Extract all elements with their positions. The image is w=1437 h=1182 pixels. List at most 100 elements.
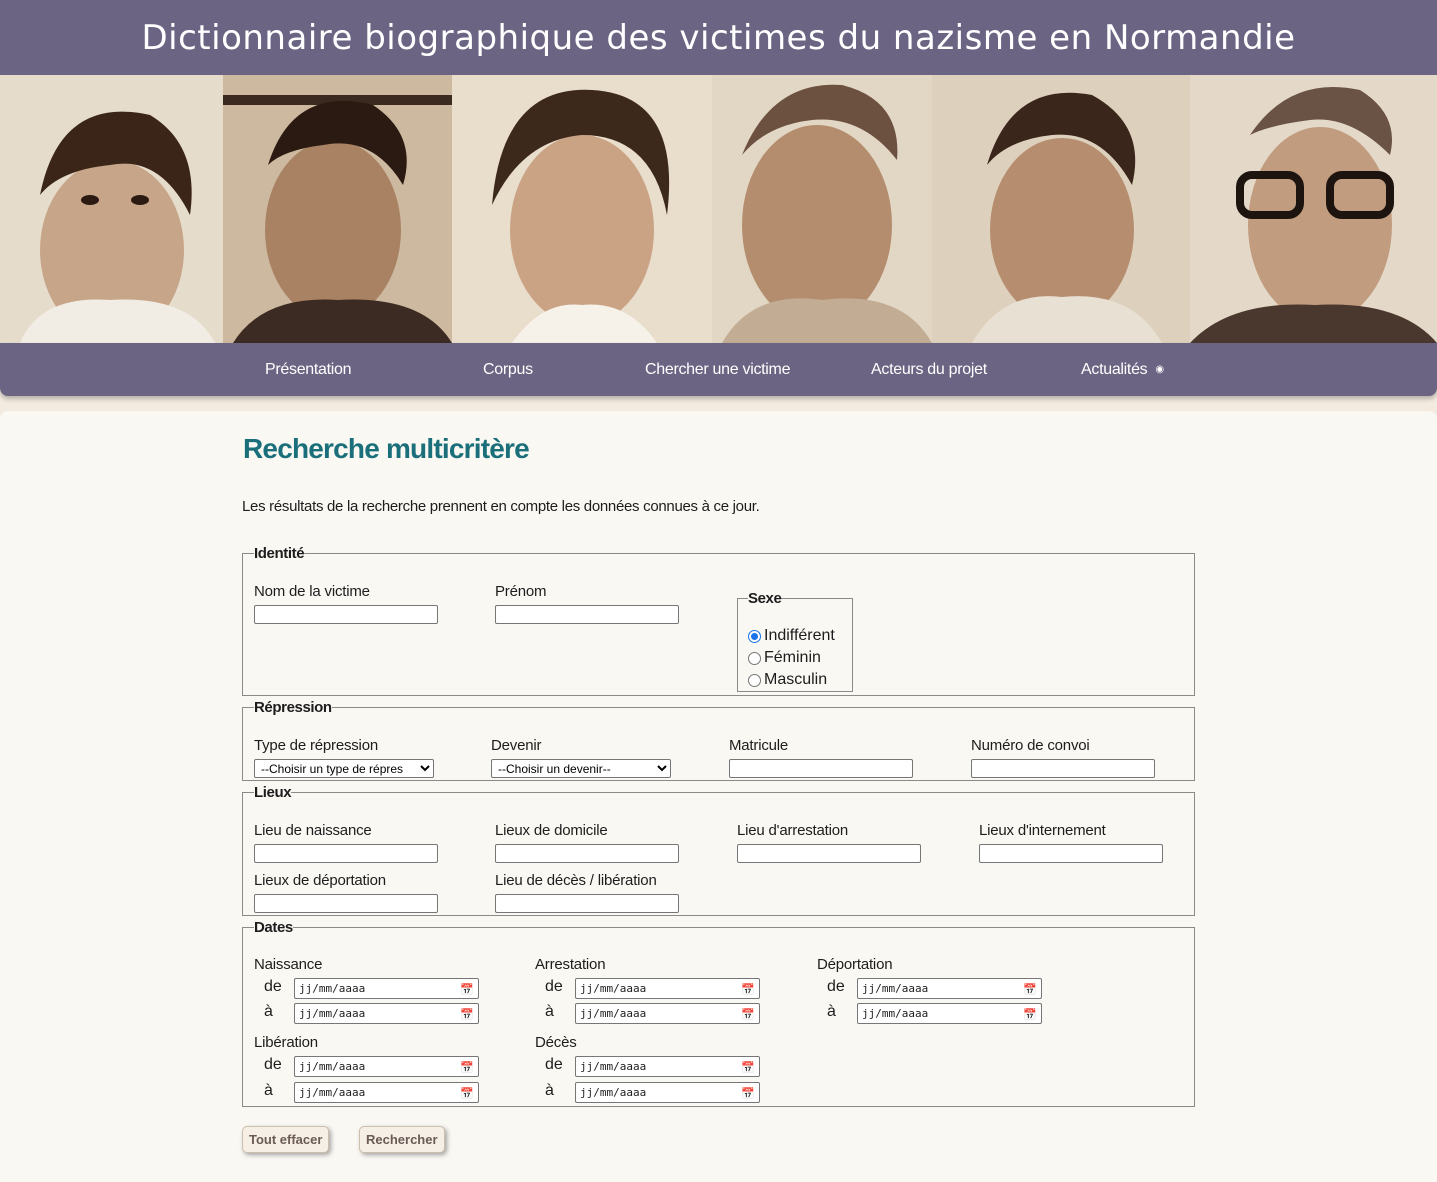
date-placeholder: jj/mm/aaaa [299, 1060, 366, 1073]
sexe-option-indifferent[interactable]: Indifférent [748, 627, 835, 645]
date-placeholder: jj/mm/aaaa [299, 982, 366, 995]
clear-button[interactable]: Tout effacer [242, 1126, 330, 1153]
prenom-input[interactable] [495, 605, 679, 624]
calendar-icon[interactable]: 📅 [460, 1058, 474, 1077]
date-placeholder: jj/mm/aaaa [580, 1007, 647, 1020]
identite-legend: Identité [254, 545, 305, 562]
prenom-label: Prénom [495, 583, 547, 600]
sexe-option-label: Masculin [764, 671, 828, 688]
site-title: Dictionnaire biographique des victimes d… [141, 17, 1296, 58]
portrait-photo [1190, 75, 1437, 343]
liberation-label: Libération [254, 1034, 318, 1051]
type-repression-label: Type de répression [254, 737, 378, 754]
sexe-option-label: Féminin [764, 649, 821, 666]
nav-actualites[interactable]: Actualités ◉ [1081, 343, 1164, 396]
lieux-internement-label: Lieux d'internement [979, 822, 1106, 839]
lieux-domicile-label: Lieux de domicile [495, 822, 608, 839]
repression-legend: Répression [254, 699, 332, 716]
lieux-fieldset: Lieux Lieu de naissance Lieux de domicil… [242, 784, 1195, 916]
deportation-to-date[interactable]: jj/mm/aaaa 📅 [857, 1003, 1042, 1024]
nom-input[interactable] [254, 605, 438, 624]
lieux-deportation-input[interactable] [254, 894, 438, 913]
portrait-photo [0, 75, 223, 343]
liberation-from-date[interactable]: jj/mm/aaaa 📅 [294, 1056, 479, 1077]
page-intro: Les résultats de la recherche prennent e… [242, 498, 760, 515]
sexe-option-feminin[interactable]: Féminin [748, 649, 821, 667]
sexe-option-label: Indifférent [764, 627, 835, 644]
to-label: à [545, 1003, 554, 1020]
identite-fieldset: Identité Nom de la victime Prénom Sexe I… [242, 545, 1195, 696]
date-placeholder: jj/mm/aaaa [580, 1086, 647, 1099]
date-placeholder: jj/mm/aaaa [862, 982, 929, 995]
calendar-icon[interactable]: 📅 [460, 1084, 474, 1103]
matricule-label: Matricule [729, 737, 789, 754]
liberation-to-date[interactable]: jj/mm/aaaa 📅 [294, 1082, 479, 1103]
nav-presentation[interactable]: Présentation [265, 343, 352, 396]
devenir-select[interactable]: --Choisir un devenir-- [491, 759, 671, 778]
radio-button-selected[interactable] [748, 629, 761, 643]
site-header: Dictionnaire biographique des victimes d… [0, 0, 1437, 75]
lieu-arrestation-label: Lieu d'arrestation [737, 822, 849, 839]
lieu-naissance-label: Lieu de naissance [254, 822, 372, 839]
lieux-domicile-input[interactable] [495, 844, 679, 863]
nav-acteurs[interactable]: Acteurs du projet [871, 343, 987, 396]
calendar-icon[interactable]: 📅 [1023, 1005, 1037, 1024]
type-repression-select[interactable]: --Choisir un type de répres [254, 759, 434, 778]
radio-button[interactable] [748, 651, 761, 665]
calendar-icon[interactable]: 📅 [741, 980, 755, 999]
calendar-icon[interactable]: 📅 [741, 1084, 755, 1103]
devenir-label: Devenir [491, 737, 542, 754]
from-label: de [264, 978, 282, 995]
radio-button[interactable] [748, 673, 761, 687]
convoi-input[interactable] [971, 759, 1155, 778]
convoi-label: Numéro de convoi [971, 737, 1090, 754]
calendar-icon[interactable]: 📅 [460, 1005, 474, 1024]
date-placeholder: jj/mm/aaaa [299, 1086, 366, 1099]
date-placeholder: jj/mm/aaaa [580, 1060, 647, 1073]
dates-fieldset: Dates Naissance de jj/mm/aaaa 📅 à jj/mm/a… [242, 919, 1195, 1107]
naissance-to-date[interactable]: jj/mm/aaaa 📅 [294, 1003, 479, 1024]
from-label: de [827, 978, 845, 995]
rss-icon: ◉ [1155, 364, 1164, 376]
dates-legend: Dates [254, 919, 293, 936]
nom-label: Nom de la victime [254, 583, 370, 600]
lieu-naissance-input[interactable] [254, 844, 438, 863]
lieux-internement-input[interactable] [979, 844, 1163, 863]
date-placeholder: jj/mm/aaaa [862, 1007, 929, 1020]
calendar-icon[interactable]: 📅 [741, 1058, 755, 1077]
lieu-arrestation-input[interactable] [737, 844, 921, 863]
calendar-icon[interactable]: 📅 [741, 1005, 755, 1024]
arrestation-label: Arrestation [535, 956, 606, 973]
deces-from-date[interactable]: jj/mm/aaaa 📅 [575, 1056, 760, 1077]
naissance-from-date[interactable]: jj/mm/aaaa 📅 [294, 978, 479, 999]
lieu-deces-input[interactable] [495, 894, 679, 913]
arrestation-from-date[interactable]: jj/mm/aaaa 📅 [575, 978, 760, 999]
to-label: à [827, 1003, 836, 1020]
portrait-banner [0, 75, 1437, 343]
deces-to-date[interactable]: jj/mm/aaaa 📅 [575, 1082, 760, 1103]
search-button[interactable]: Rechercher [359, 1126, 445, 1153]
nav-actualites-label: Actualités [1081, 361, 1148, 378]
deportation-from-date[interactable]: jj/mm/aaaa 📅 [857, 978, 1042, 999]
nav-chercher-victime[interactable]: Chercher une victime [645, 343, 790, 396]
from-label: de [264, 1056, 282, 1073]
date-placeholder: jj/mm/aaaa [580, 982, 647, 995]
portrait-photo [712, 75, 932, 343]
lieux-deportation-label: Lieux de déportation [254, 872, 386, 889]
main-content: Recherche multicritère Les résultats de … [0, 411, 1437, 1182]
portrait-photo [223, 75, 452, 343]
main-nav: Présentation Corpus Chercher une victime… [0, 343, 1437, 396]
lieux-legend: Lieux [254, 784, 292, 801]
portrait-photo [452, 75, 712, 343]
nav-corpus[interactable]: Corpus [483, 343, 533, 396]
matricule-input[interactable] [729, 759, 913, 778]
date-placeholder: jj/mm/aaaa [299, 1007, 366, 1020]
sexe-legend: Sexe [748, 590, 782, 607]
page-title: Recherche multicritère [243, 433, 530, 464]
arrestation-to-date[interactable]: jj/mm/aaaa 📅 [575, 1003, 760, 1024]
calendar-icon[interactable]: 📅 [1023, 980, 1037, 999]
sexe-option-masculin[interactable]: Masculin [748, 671, 827, 689]
calendar-icon[interactable]: 📅 [460, 980, 474, 999]
to-label: à [264, 1003, 273, 1020]
from-label: de [545, 978, 563, 995]
